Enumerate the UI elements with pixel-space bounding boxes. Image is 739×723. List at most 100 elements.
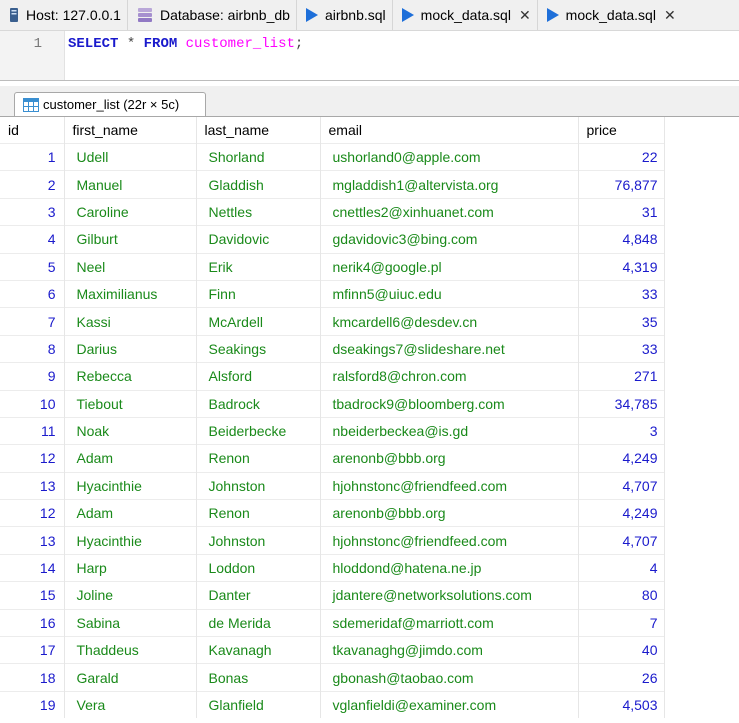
cell-price[interactable]: 22 xyxy=(578,142,665,171)
cell-price[interactable]: 271 xyxy=(578,362,665,391)
cell-id[interactable]: 18 xyxy=(0,663,65,692)
cell-last-name[interactable]: Badrock xyxy=(196,389,321,418)
cell-id[interactable]: 5 xyxy=(0,252,65,281)
cell-last-name[interactable]: Glanfield xyxy=(196,690,321,719)
cell-id[interactable]: 11 xyxy=(0,416,65,445)
cell-email[interactable]: jdantere@networksolutions.com xyxy=(320,581,579,610)
cell-first-name[interactable]: Neel xyxy=(64,252,197,281)
cell-first-name[interactable]: Udell xyxy=(64,142,197,171)
cell-email[interactable]: hloddond@hatena.ne.jp xyxy=(320,553,579,582)
cell-email[interactable]: kmcardell6@desdev.cn xyxy=(320,307,579,336)
sql-code-line[interactable]: SELECT * FROM customer_list; xyxy=(68,36,303,52)
cell-price[interactable]: 26 xyxy=(578,663,665,692)
cell-price[interactable]: 31 xyxy=(578,197,665,226)
table-row[interactable]: 4 Gilburt Davidovic gdavidovic3@bing.com 4,8… xyxy=(0,225,665,254)
cell-last-name[interactable]: Beiderbecke xyxy=(196,416,321,445)
cell-first-name[interactable]: Hyacinthie xyxy=(64,471,197,500)
cell-last-name[interactable]: Danter xyxy=(196,581,321,610)
cell-last-name[interactable]: Bonas xyxy=(196,663,321,692)
cell-last-name[interactable]: Davidovic xyxy=(196,225,321,254)
cell-last-name[interactable]: Renon xyxy=(196,499,321,527)
cell-email[interactable]: gbonash@taobao.com xyxy=(320,663,579,692)
cell-id[interactable]: 1 xyxy=(0,142,65,171)
cell-last-name[interactable]: Alsford xyxy=(196,362,321,391)
cell-email[interactable]: arenonb@bbb.org xyxy=(320,499,579,527)
cell-first-name[interactable]: Manuel xyxy=(64,170,197,199)
column-header-last-name[interactable]: last_name xyxy=(196,117,321,144)
table-row[interactable]: 7 Kassi McArdell kmcardell6@desdev.cn 35 xyxy=(0,307,665,336)
cell-last-name[interactable]: Erik xyxy=(196,252,321,281)
cell-email[interactable]: vglanfieldi@examiner.com xyxy=(320,690,579,719)
cell-last-name[interactable]: Renon xyxy=(196,444,321,473)
cell-price[interactable]: 40 xyxy=(578,636,665,664)
cell-email[interactable]: hjohnstonc@friendfeed.com xyxy=(320,526,579,555)
table-row[interactable]: 2 Manuel Gladdish mgladdish1@altervista.org… xyxy=(0,170,665,199)
cell-id[interactable]: 7 xyxy=(0,307,65,336)
cell-last-name[interactable]: Shorland xyxy=(196,142,321,171)
cell-id[interactable]: 3 xyxy=(0,197,65,226)
tab-query-airbnb[interactable]: airbnb.sql xyxy=(297,0,393,30)
cell-price[interactable]: 4,707 xyxy=(578,471,665,500)
result-tab-customer-list[interactable]: customer_list (22r × 5c) xyxy=(14,92,206,116)
cell-first-name[interactable]: Harp xyxy=(64,553,197,582)
cell-email[interactable]: arenonb@bbb.org xyxy=(320,444,579,473)
table-row[interactable]: 13 Hyacinthie Johnston hjohnstonc@friendfee… xyxy=(0,471,665,500)
cell-id[interactable]: 14 xyxy=(0,553,65,582)
tab-database[interactable]: Database: airbnb_db xyxy=(128,0,297,30)
cell-last-name[interactable]: de Merida xyxy=(196,608,321,637)
table-row[interactable]: 11 Noak Beiderbecke nbeiderbeckea@is.gd 3 xyxy=(0,416,665,445)
cell-email[interactable]: mgladdish1@altervista.org xyxy=(320,170,579,199)
table-row[interactable]: 14 Harp Loddon hloddond@hatena.ne.jp 4 xyxy=(0,553,665,582)
cell-first-name[interactable]: Rebecca xyxy=(64,362,197,391)
table-row[interactable]: 9 Rebecca Alsford ralsford8@chron.com 271 xyxy=(0,362,665,391)
cell-last-name[interactable]: Gladdish xyxy=(196,170,321,199)
tab-host[interactable]: Host: 127.0.0.1 xyxy=(0,0,128,30)
cell-last-name[interactable]: Seakings xyxy=(196,334,321,363)
cell-first-name[interactable]: Noak xyxy=(64,416,197,445)
cell-email[interactable]: dseakings7@slideshare.net xyxy=(320,334,579,363)
cell-id[interactable]: 17 xyxy=(0,636,65,664)
cell-id[interactable]: 6 xyxy=(0,279,65,308)
cell-first-name[interactable]: Gilburt xyxy=(64,225,197,254)
cell-first-name[interactable]: Adam xyxy=(64,444,197,473)
cell-price[interactable]: 4,249 xyxy=(578,444,665,473)
cell-id[interactable]: 8 xyxy=(0,334,65,363)
cell-last-name[interactable]: McArdell xyxy=(196,307,321,336)
cell-first-name[interactable]: Garald xyxy=(64,663,197,692)
table-row[interactable]: 5 Neel Erik nerik4@google.pl 4,319 xyxy=(0,252,665,281)
tab-query-mock-data-2[interactable]: mock_data.sql ✕ xyxy=(538,0,682,30)
cell-first-name[interactable]: Kassi xyxy=(64,307,197,336)
column-header-email[interactable]: email xyxy=(320,117,579,144)
cell-price[interactable]: 3 xyxy=(578,416,665,445)
cell-email[interactable]: tkavanaghg@jimdo.com xyxy=(320,636,579,664)
cell-price[interactable]: 7 xyxy=(578,608,665,637)
cell-last-name[interactable]: Johnston xyxy=(196,471,321,500)
cell-email[interactable]: tbadrock9@bloomberg.com xyxy=(320,389,579,418)
cell-last-name[interactable]: Finn xyxy=(196,279,321,308)
cell-last-name[interactable]: Loddon xyxy=(196,553,321,582)
close-icon[interactable]: ✕ xyxy=(664,7,676,24)
cell-id[interactable]: 9 xyxy=(0,362,65,391)
cell-price[interactable]: 4 xyxy=(578,553,665,582)
cell-last-name[interactable]: Johnston xyxy=(196,526,321,555)
cell-price[interactable]: 76,877 xyxy=(578,170,665,199)
cell-price[interactable]: 4,707 xyxy=(578,526,665,555)
cell-price[interactable]: 34,785 xyxy=(578,389,665,418)
cell-first-name[interactable]: Darius xyxy=(64,334,197,363)
cell-price[interactable]: 80 xyxy=(578,581,665,610)
cell-id[interactable]: 15 xyxy=(0,581,65,610)
cell-id[interactable]: 13 xyxy=(0,526,65,555)
table-row[interactable]: 8 Darius Seakings dseakings7@slideshare.net… xyxy=(0,334,665,363)
tab-query-mock-data-1[interactable]: mock_data.sql ✕ xyxy=(393,0,538,30)
cell-id[interactable]: 10 xyxy=(0,389,65,418)
cell-price[interactable]: 4,503 xyxy=(578,690,665,719)
table-row[interactable]: 10 Tiebout Badrock tbadrock9@bloomberg.com 3… xyxy=(0,389,665,418)
cell-email[interactable]: ushorland0@apple.com xyxy=(320,142,579,171)
column-header-price[interactable]: price xyxy=(578,117,665,144)
table-row[interactable]: 1 Udell Shorland ushorland0@apple.com 22 xyxy=(0,142,665,171)
cell-last-name[interactable]: Nettles xyxy=(196,197,321,226)
cell-first-name[interactable]: Tiebout xyxy=(64,389,197,418)
cell-email[interactable]: ralsford8@chron.com xyxy=(320,362,579,391)
cell-price[interactable]: 4,319 xyxy=(578,252,665,281)
cell-id[interactable]: 12 xyxy=(0,444,65,473)
